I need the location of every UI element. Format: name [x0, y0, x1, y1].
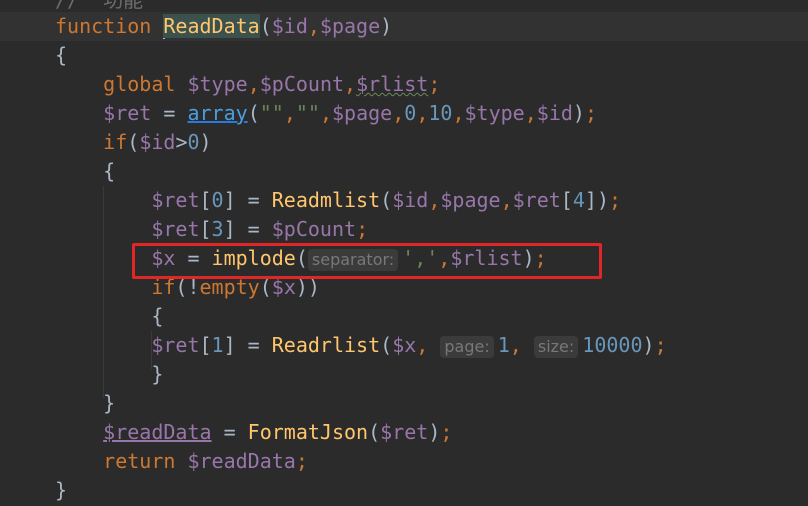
parameter-hint-page: page:: [440, 335, 494, 358]
code-line-16[interactable]: return $readData;: [55, 447, 308, 476]
code-line-2[interactable]: {: [55, 41, 67, 70]
code-line-1[interactable]: function ReadData($id,$page): [55, 12, 392, 41]
function-name[interactable]: ReadData: [163, 14, 260, 38]
code-line-5[interactable]: if($id>0): [55, 128, 211, 157]
code-line-8[interactable]: $ret[3] = $pCount;: [55, 215, 368, 244]
code-line-6[interactable]: {: [55, 157, 115, 186]
code-line-14[interactable]: }: [55, 389, 115, 418]
code-line-3[interactable]: global $type,$pCount,$rlist;: [55, 70, 440, 99]
parameter-hint-size: size:: [533, 335, 579, 358]
highlight-annotation-box: [132, 243, 602, 279]
code-line-11[interactable]: {: [55, 302, 163, 331]
code-line-7[interactable]: $ret[0] = Readmlist($id,$page,$ret[4]);: [55, 186, 621, 215]
code-editor[interactable]: // 功能 function ReadData($id,$page) { glo…: [0, 0, 808, 506]
code-line-15[interactable]: $readData = FormatJson($ret);: [55, 418, 452, 447]
code-line-13[interactable]: }: [55, 360, 163, 389]
code-line-12[interactable]: $ret[1] = Readrlist($x, page: 1, size: 100…: [55, 331, 667, 360]
code-line-17[interactable]: }: [55, 476, 67, 505]
code-line-4[interactable]: $ret = array("","",$page,0,10,$type,$id)…: [55, 99, 597, 128]
